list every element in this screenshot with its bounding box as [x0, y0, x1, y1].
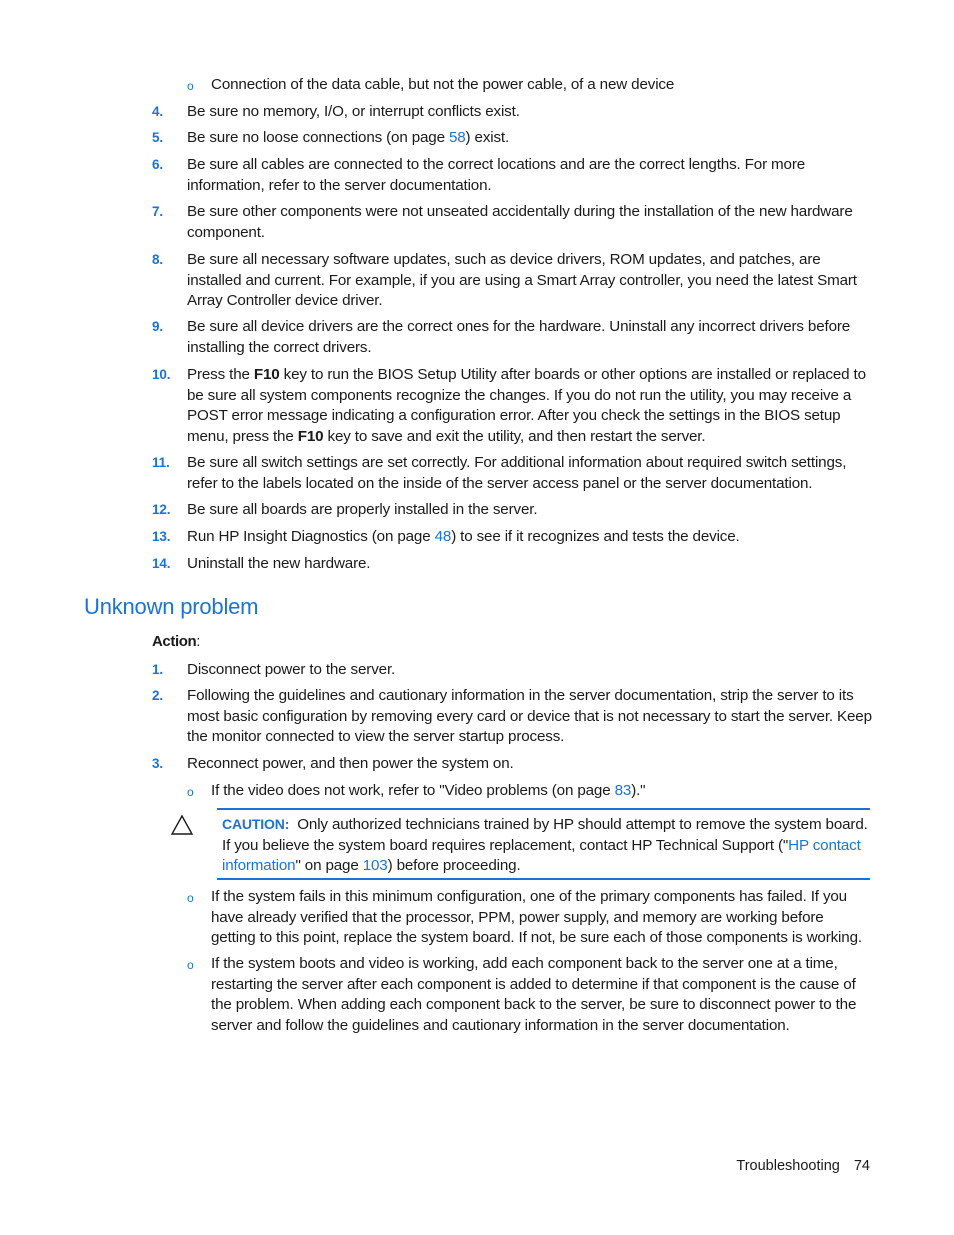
text-fragment: Run HP Insight Diagnostics (on page: [187, 528, 435, 545]
step-text: Be sure no loose connections (on page 58…: [187, 128, 872, 149]
bullet-icon: o: [187, 891, 194, 905]
text-fragment: ) before proceeding.: [387, 857, 521, 875]
sub-bullet-text: If the system fails in this minimum conf…: [211, 888, 862, 947]
text-fragment: ).": [631, 782, 646, 799]
action-label-text: Action: [152, 633, 197, 650]
page-link[interactable]: 103: [363, 857, 388, 874]
step-number: 11.: [152, 455, 170, 470]
step-text: Be sure all necessary software updates, …: [187, 251, 857, 310]
step-text: Disconnect power to the server.: [187, 661, 396, 678]
key-name: F10: [297, 427, 324, 445]
page-link[interactable]: 48: [435, 528, 452, 545]
step-number: 8.: [152, 252, 163, 267]
caution-box: CAUTION: Only authorized technicians trai…: [217, 808, 870, 880]
page-footer: Troubleshooting 74: [736, 1158, 870, 1174]
step-number: 7.: [152, 204, 163, 219]
caution-triangle-icon: [170, 814, 194, 835]
text-fragment: key to save and exit the utility, and th…: [323, 427, 706, 445]
step-number: 3.: [152, 756, 163, 771]
key-name: F10: [253, 366, 280, 383]
text-fragment: ) to see if it recognizes and tests the …: [451, 528, 740, 545]
section-heading: Unknown problem: [84, 594, 259, 619]
text-fragment: " on page: [295, 857, 363, 875]
text-fragment: Only authorized technicians trained by H…: [222, 816, 868, 854]
sub-bullet-text: If the system boots and video is working…: [211, 955, 857, 1034]
step-text: Uninstall the new hardware.: [187, 555, 371, 572]
page-number: 74: [853, 1158, 870, 1174]
page-link[interactable]: 58: [449, 129, 466, 146]
step-text: Be sure all boards are properly installe…: [187, 501, 538, 518]
step-number: 13.: [152, 529, 171, 544]
step-number: 10.: [152, 367, 171, 382]
step-text: Be sure all cables are connected to the …: [187, 156, 806, 194]
text-fragment: Be sure no loose connections (on page: [187, 129, 449, 146]
bullet-icon: o: [187, 785, 194, 799]
step-text: Be sure other components were not unseat…: [187, 203, 853, 241]
footer-section: Troubleshooting: [736, 1158, 840, 1174]
text-fragment: ) exist.: [465, 129, 510, 146]
page-link[interactable]: 83: [615, 782, 632, 799]
bullet-icon: o: [187, 79, 194, 93]
step-number: 5.: [152, 130, 163, 145]
caution-label: CAUTION:: [222, 816, 290, 832]
action-colon: :: [196, 633, 201, 650]
text-fragment: If the video does not work, refer to "Vi…: [211, 782, 615, 799]
step-number: 2.: [152, 688, 163, 703]
step-text: Run HP Insight Diagnostics (on page 48) …: [187, 527, 872, 548]
step-text: Be sure no memory, I/O, or interrupt con…: [187, 103, 520, 120]
caution-text: CAUTION: Only authorized technicians trai…: [222, 814, 868, 877]
bullet-icon: o: [187, 958, 194, 972]
step-text: Following the guidelines and cautionary …: [187, 687, 872, 746]
step-text: Press the F10 key to run the BIOS Setup …: [187, 365, 872, 447]
step-text: Reconnect power, and then power the syst…: [187, 755, 514, 772]
document-page: o Connection of the data cable, but not …: [0, 0, 954, 1235]
step-number: 14.: [152, 556, 171, 571]
step-number: 4.: [152, 104, 163, 119]
action-label: Action:: [152, 633, 200, 650]
step-number: 12.: [152, 502, 171, 517]
step-number: 1.: [152, 662, 163, 677]
sub-bullet-text: If the video does not work, refer to "Vi…: [211, 781, 872, 802]
step-number: 6.: [152, 157, 163, 172]
text-fragment: Press the: [187, 366, 254, 383]
step-text: Be sure all switch settings are set corr…: [187, 454, 847, 492]
step-text: Be sure all device drivers are the corre…: [187, 318, 851, 356]
sub-bullet-text: Connection of the data cable, but not th…: [211, 76, 675, 93]
step-number: 9.: [152, 319, 163, 334]
